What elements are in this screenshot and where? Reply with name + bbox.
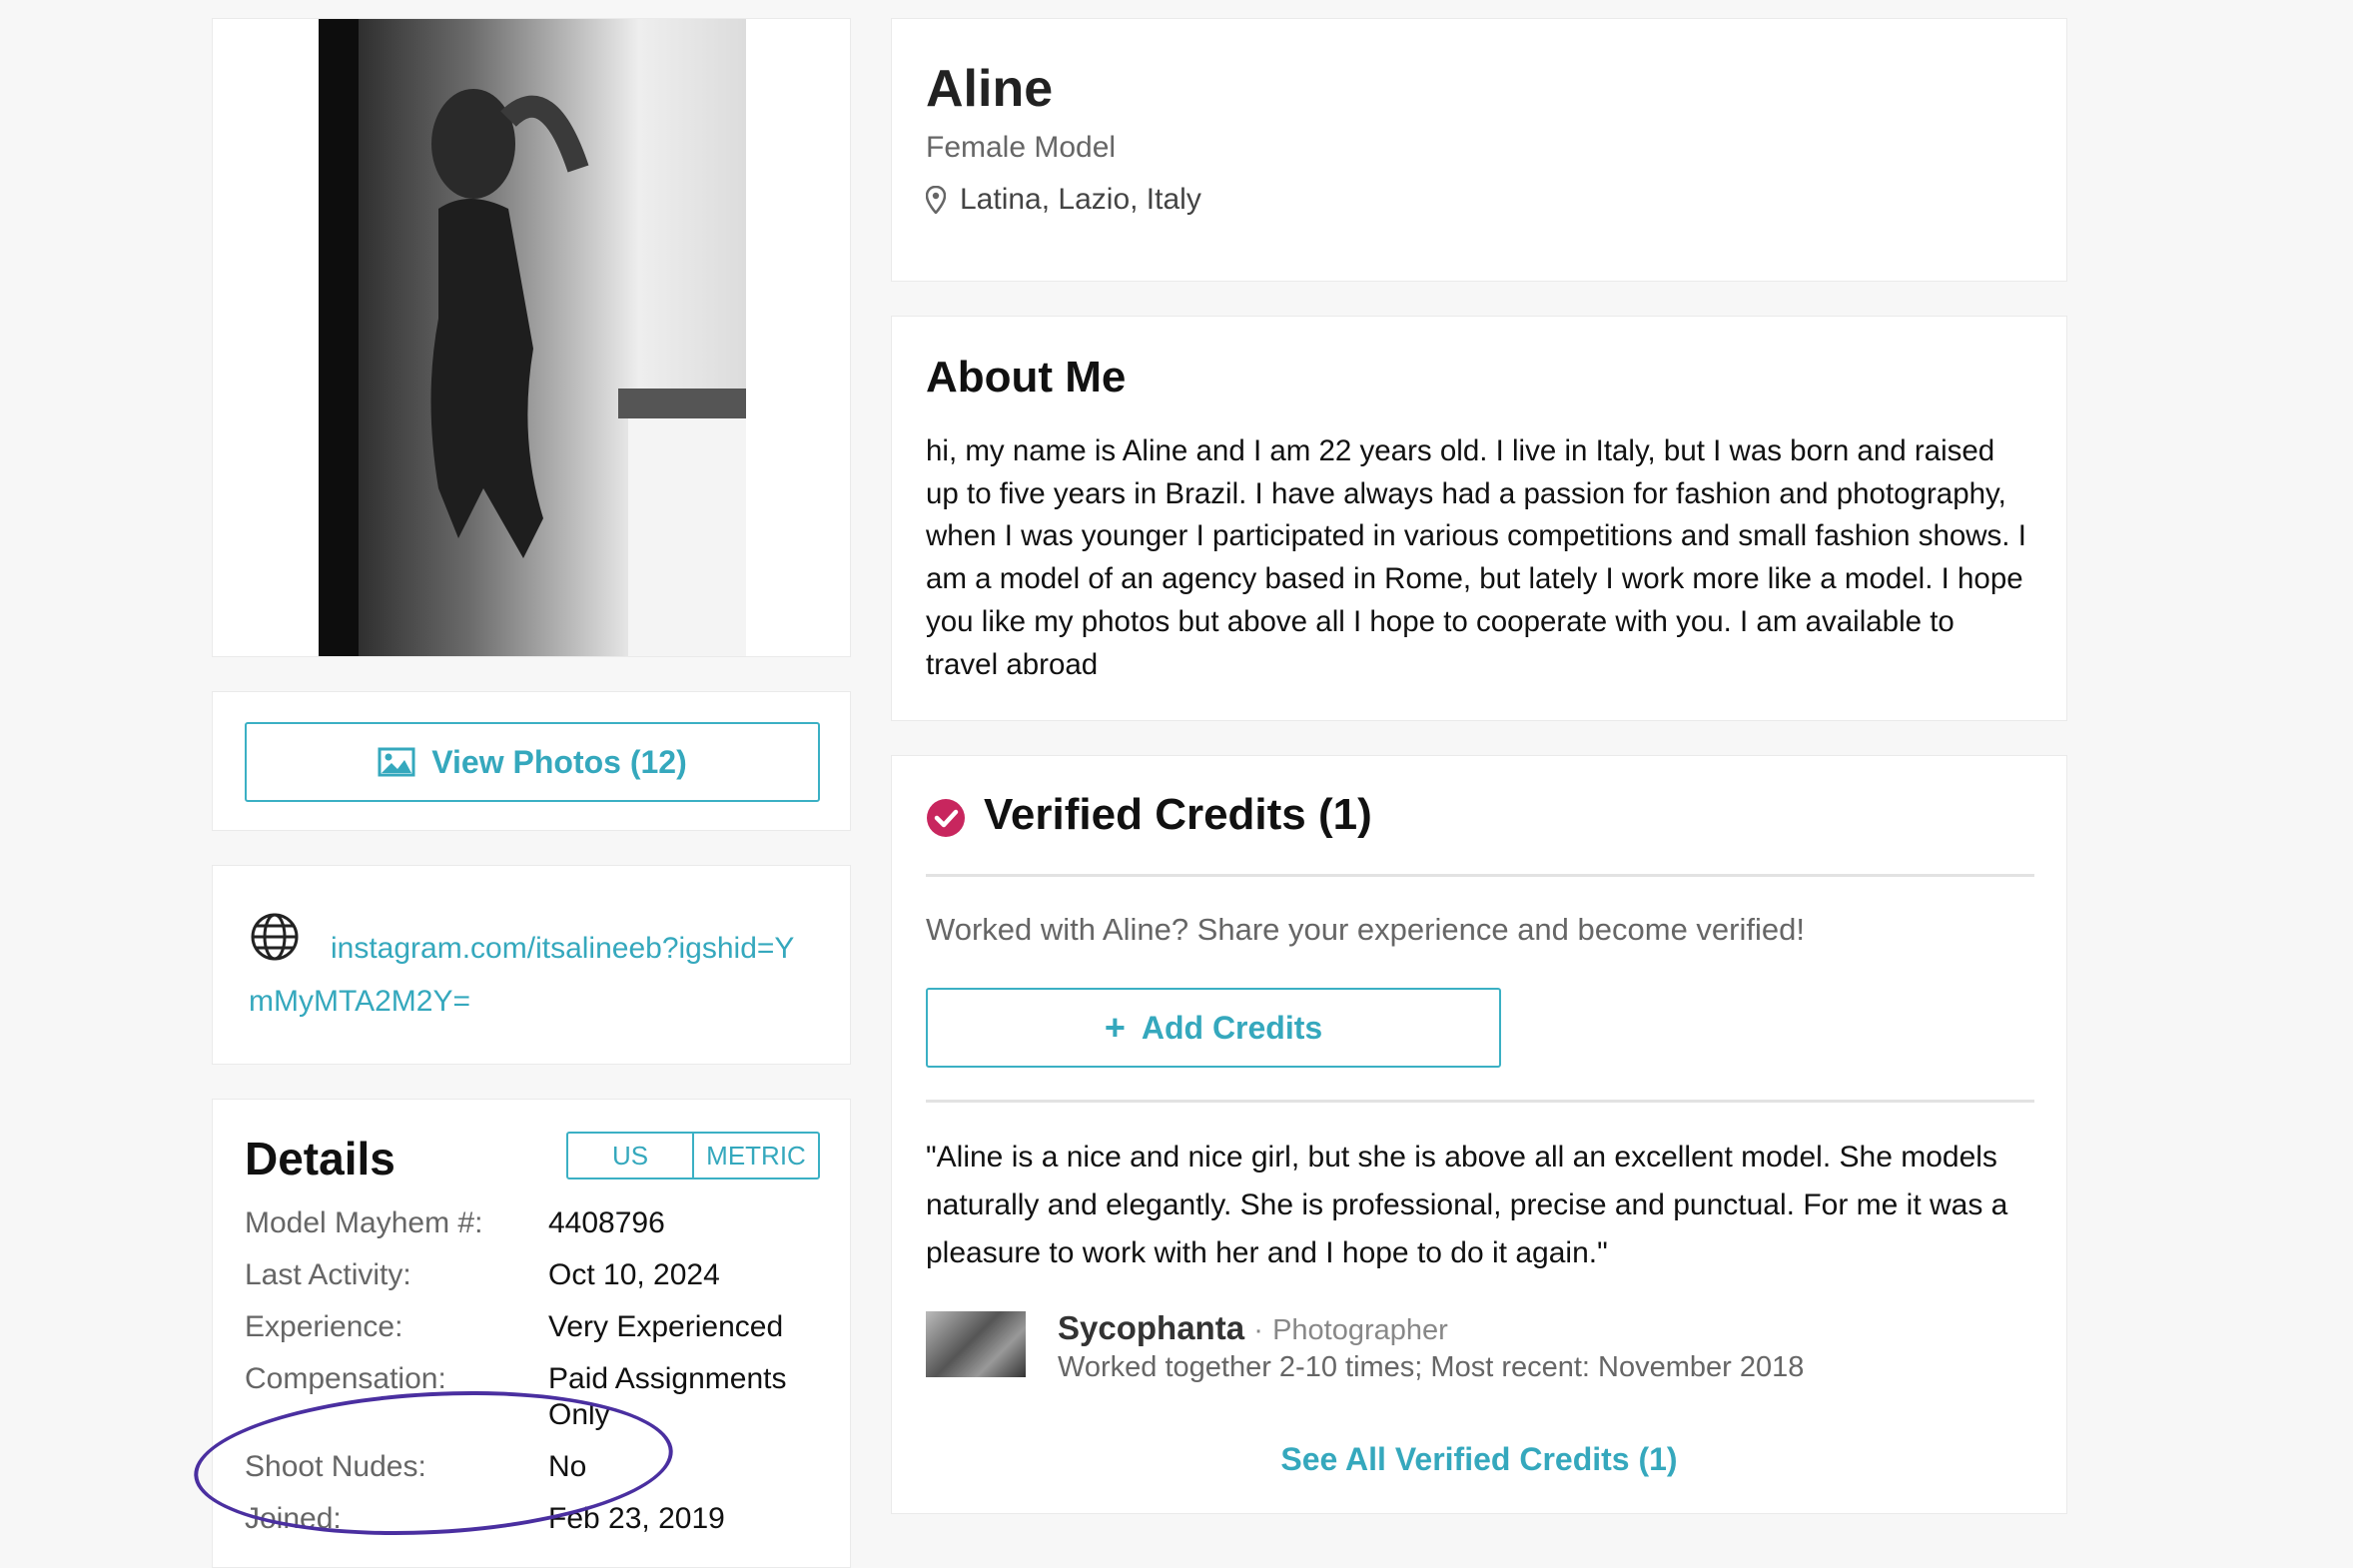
view-photos-label: View Photos (12)	[431, 743, 687, 780]
detail-value: Feb 23, 2019	[548, 1502, 725, 1535]
see-all-credits-link[interactable]: See All Verified Credits (1)	[892, 1441, 2066, 1478]
unit-us-button[interactable]: US	[568, 1134, 692, 1177]
plus-icon: +	[1104, 1007, 1126, 1048]
add-credits-label: Add Credits	[1141, 1009, 1323, 1046]
about-text: hi, my name is Aline and I am 22 years o…	[926, 434, 2026, 681]
image-icon	[378, 747, 415, 777]
detail-label: Model Mayhem #:	[245, 1206, 483, 1239]
unit-metric-button[interactable]: METRIC	[692, 1134, 818, 1177]
detail-value: 4408796	[548, 1206, 665, 1239]
details-card: Details US METRIC Model Mayhem #: 440879…	[212, 1099, 851, 1568]
view-photos-button[interactable]: View Photos (12)	[245, 722, 820, 802]
detail-value: Paid Assignments Only	[548, 1362, 787, 1431]
profile-location: Latina, Lazio, Italy	[926, 183, 1201, 217]
credit-quote: "Aline is a nice and nice girl, but she …	[926, 1141, 2008, 1269]
credits-title: Verified Credits (1)	[984, 790, 1372, 839]
reviewer-separator: ·	[1253, 1314, 1263, 1346]
profile-photo-card	[212, 18, 851, 657]
credits-prompt: Worked with Aline? Share your experience…	[926, 912, 1805, 947]
website-card: instagram.com/itsalineeb?igshid=YmMyMTA2…	[212, 865, 851, 1065]
about-card: About Me hi, my name is Aline and I am 2…	[891, 316, 2067, 721]
location-text: Latina, Lazio, Italy	[960, 183, 1201, 216]
detail-label: Compensation:	[245, 1362, 446, 1395]
view-photos-card: View Photos (12)	[212, 691, 851, 831]
profile-role: Female Model	[926, 131, 1117, 164]
unit-toggle: US METRIC	[566, 1132, 820, 1179]
verified-credits-card: Verified Credits (1) Worked with Aline? …	[891, 755, 2067, 1514]
divider	[926, 874, 2034, 877]
detail-label: Joined:	[245, 1502, 342, 1535]
reviewer-role: Photographer	[1272, 1314, 1448, 1346]
about-title: About Me	[926, 353, 1127, 401]
reviewer-name[interactable]: Sycophanta	[1058, 1309, 1244, 1346]
website-link[interactable]: instagram.com/itsalineeb?igshid=YmMyMTA2…	[249, 922, 808, 1028]
worked-together: Worked together 2-10 times; Most recent:…	[1058, 1351, 1805, 1383]
detail-value: Oct 10, 2024	[548, 1258, 720, 1291]
map-pin-icon	[926, 186, 946, 214]
divider	[926, 1100, 2034, 1103]
profile-name: Aline	[926, 60, 1054, 118]
check-circle-icon	[927, 799, 965, 837]
detail-label: Experience:	[245, 1310, 403, 1343]
detail-value: Very Experienced	[548, 1310, 784, 1343]
details-title: Details	[245, 1133, 395, 1184]
profile-header-card: Aline Female Model Latina, Lazio, Italy	[891, 18, 2067, 282]
reviewer-line: Sycophanta · Photographer	[1058, 1309, 1448, 1347]
avatar[interactable]	[926, 1311, 1026, 1377]
detail-label: Last Activity:	[245, 1258, 411, 1291]
detail-value: No	[548, 1450, 587, 1483]
add-credits-button[interactable]: + Add Credits	[926, 988, 1501, 1068]
detail-label: Shoot Nudes:	[245, 1450, 426, 1483]
profile-photo[interactable]	[319, 19, 746, 657]
